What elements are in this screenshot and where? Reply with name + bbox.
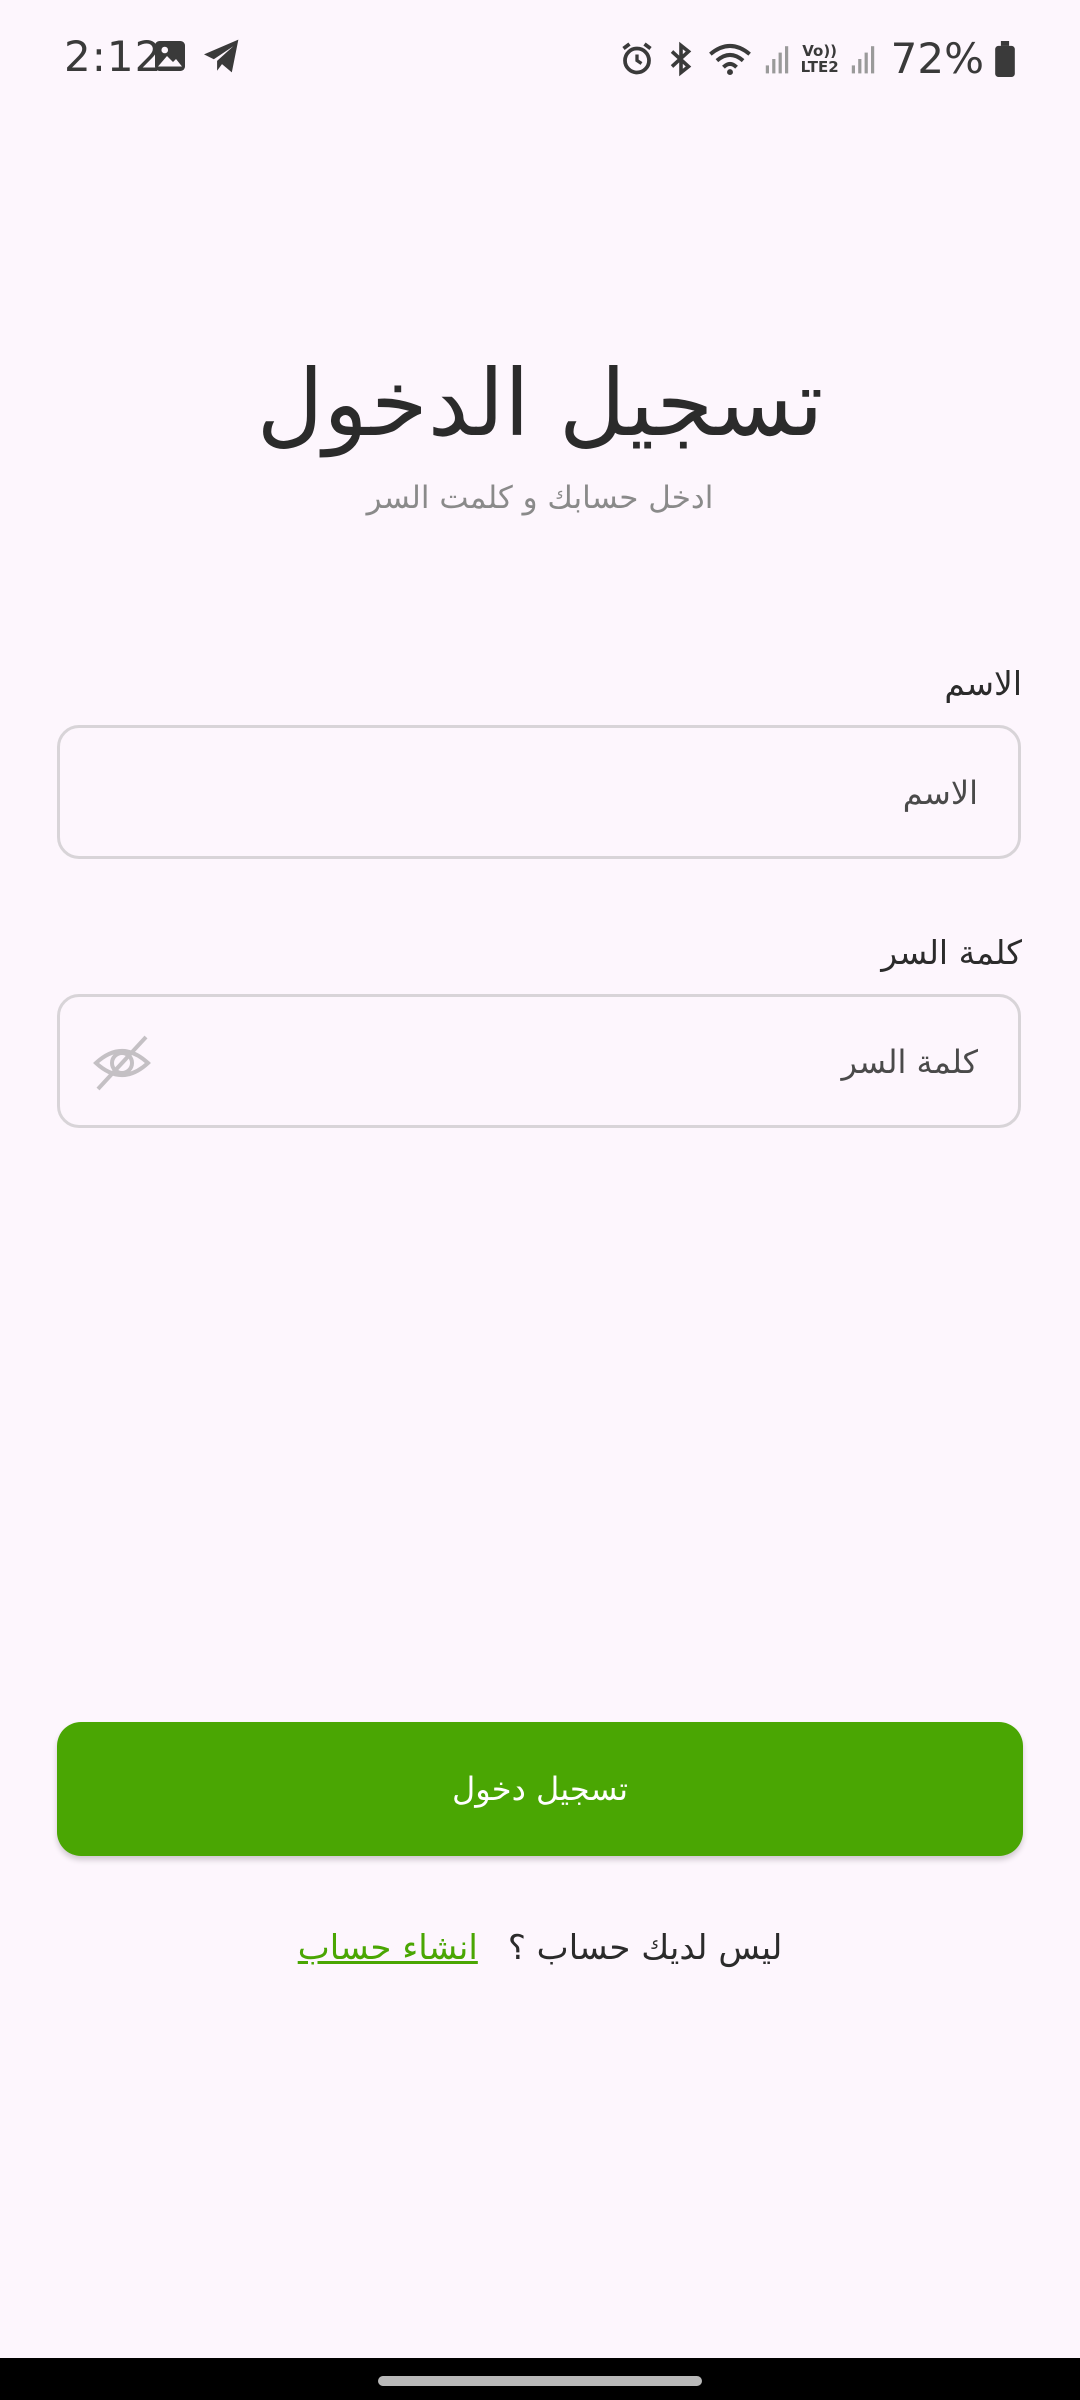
battery-icon xyxy=(994,40,1016,77)
password-field xyxy=(57,994,1021,1128)
status-notification-icons xyxy=(152,38,242,78)
alarm-icon xyxy=(619,41,655,77)
battery-percent: 72% xyxy=(890,34,984,83)
eye-off-icon[interactable] xyxy=(90,1031,154,1095)
signup-prompt: ليس لديك حساب ؟ انشاء حساب xyxy=(0,1928,1080,1968)
bluetooth-icon xyxy=(665,41,697,77)
page-title: تسجيل الدخول xyxy=(256,350,824,457)
home-gesture-handle[interactable] xyxy=(378,2376,702,2386)
wifi-icon xyxy=(707,41,753,77)
name-field-label: الاسم xyxy=(944,664,1022,703)
status-bar: 2:12 Vo)) LTE2 72% xyxy=(0,0,1080,118)
signal-icon xyxy=(849,43,877,75)
signal-icon xyxy=(763,43,791,75)
password-input[interactable] xyxy=(216,997,980,1127)
name-input[interactable] xyxy=(216,728,980,858)
status-system-icons: Vo)) LTE2 72% xyxy=(619,34,1016,83)
password-field-label: كلمة السر xyxy=(881,933,1022,972)
gallery-icon xyxy=(152,38,188,78)
status-time: 2:12 xyxy=(64,32,163,81)
name-field xyxy=(57,725,1021,859)
system-nav-bar xyxy=(0,2358,1080,2400)
create-account-link[interactable]: انشاء حساب xyxy=(298,1928,478,1968)
lte-indicator: Vo)) LTE2 xyxy=(800,41,839,76)
signup-question: ليس لديك حساب ؟ xyxy=(507,1928,783,1968)
telegram-icon xyxy=(202,38,242,78)
login-button-label: تسجيل دخول xyxy=(452,1770,628,1808)
login-button[interactable]: تسجيل دخول xyxy=(57,1722,1023,1856)
page-subtitle: ادخل حسابك و كلمت السر xyxy=(366,480,714,516)
